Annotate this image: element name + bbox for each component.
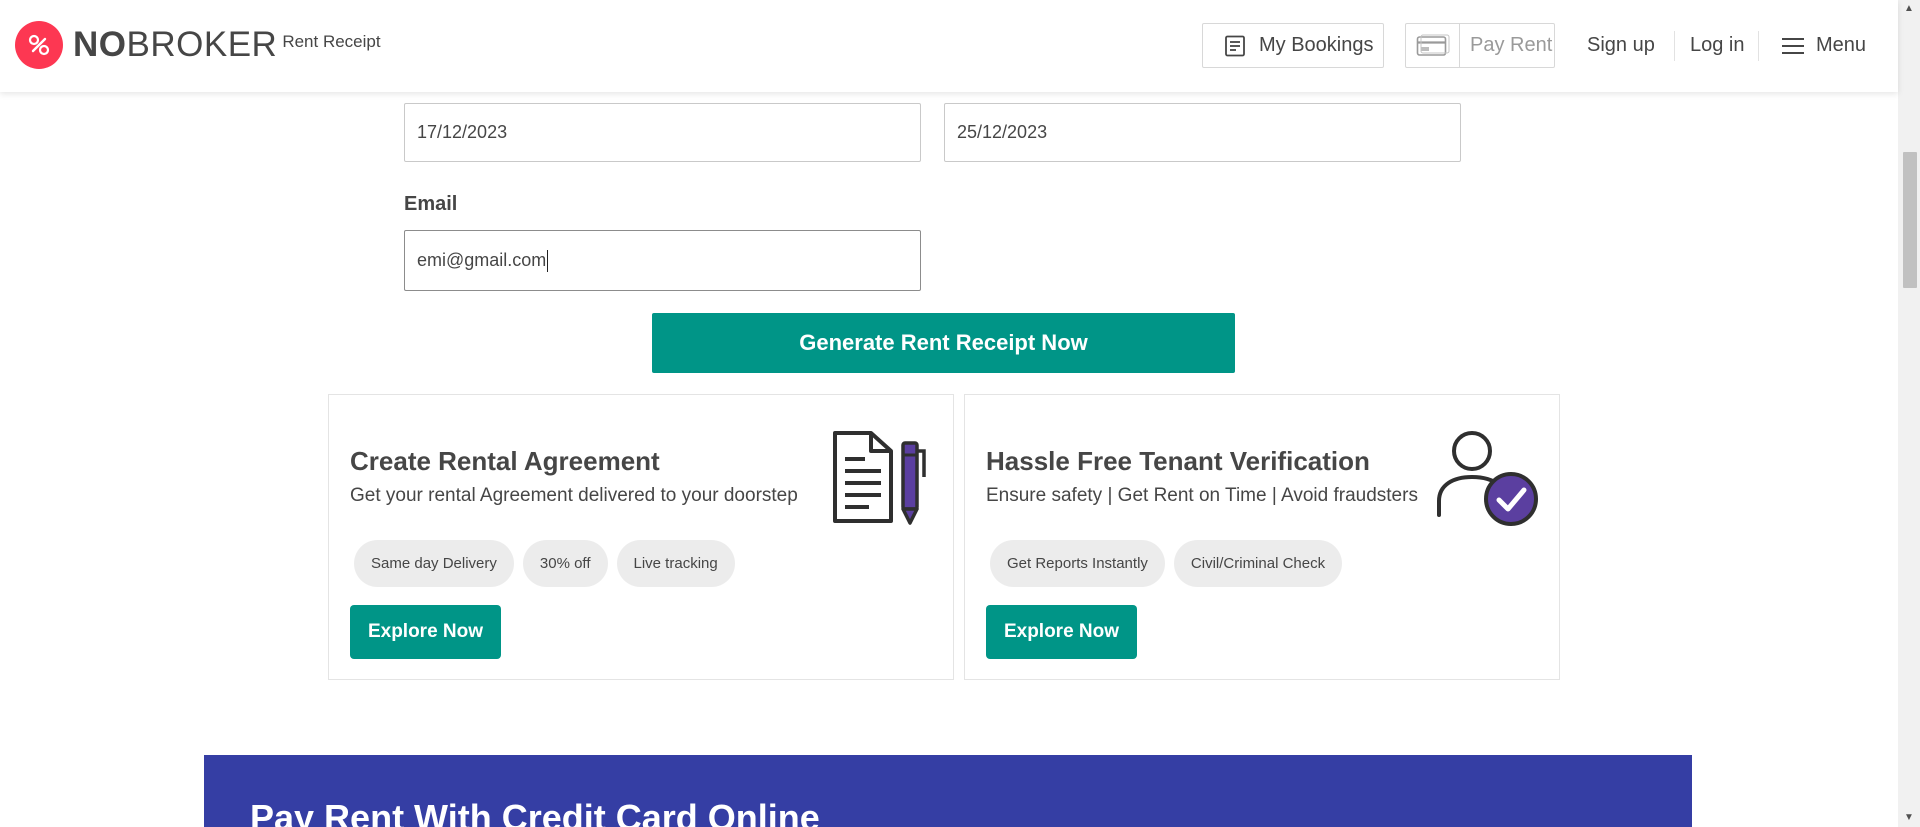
pay-rent-credit-card-banner: Pay Rent With Credit Card Online (204, 755, 1692, 827)
page: NOBROKER Rent Receipt My Bookings Pay Re… (0, 0, 1920, 827)
sign-up-link[interactable]: Sign up (1587, 23, 1655, 68)
rent-end-date-input[interactable]: 25/12/2023 (944, 103, 1461, 162)
feature-chip: Same day Delivery (354, 540, 514, 587)
pay-rent-button[interactable]: Pay Rent (1405, 23, 1555, 68)
card-title: Create Rental Agreement (350, 446, 660, 476)
nobroker-logo[interactable]: NOBROKER Rent Receipt (15, 21, 381, 69)
vertical-scrollbar[interactable]: ▲ ▼ (1898, 0, 1920, 827)
brand-subtitle: Rent Receipt (282, 32, 381, 51)
text-caret (547, 250, 549, 273)
feature-chips: Get Reports Instantly Civil/Criminal Che… (990, 540, 1343, 587)
nav-divider (1758, 31, 1759, 61)
generate-rent-receipt-button[interactable]: Generate Rent Receipt Now (652, 313, 1235, 373)
menu-button[interactable]: Menu (1782, 23, 1866, 68)
bookings-list-icon (1225, 35, 1245, 56)
email-label: Email (404, 193, 458, 215)
scrollbar-thumb[interactable] (1903, 152, 1917, 288)
card-subtitle: Get your rental Agreement delivered to y… (350, 485, 798, 506)
pay-rent-label: Pay Rent (1470, 34, 1553, 56)
brand-name: NOBROKER (73, 25, 278, 64)
rent-start-date-input[interactable]: 17/12/2023 (404, 103, 921, 162)
rental-agreement-card: Create Rental Agreement Get your rental … (328, 394, 954, 680)
explore-rental-agreement-button[interactable]: Explore Now (350, 605, 501, 659)
tenant-verification-card: Hassle Free Tenant Verification Ensure s… (964, 394, 1560, 680)
credit-card-icon (1406, 24, 1460, 67)
scroll-down-arrow-icon[interactable]: ▼ (1898, 809, 1920, 827)
hamburger-icon (1782, 37, 1804, 54)
scroll-up-arrow-icon[interactable]: ▲ (1898, 0, 1920, 18)
feature-chip: 30% off (522, 540, 608, 587)
feature-chips: Same day Delivery 30% off Live tracking (354, 540, 735, 587)
my-bookings-button[interactable]: My Bookings (1202, 23, 1384, 68)
banner-title: Pay Rent With Credit Card Online (250, 797, 820, 827)
feature-chip: Live tracking (616, 540, 735, 587)
email-value: emi@gmail.com (417, 250, 547, 270)
nav-divider (1674, 31, 1675, 61)
log-in-link[interactable]: Log in (1690, 23, 1745, 68)
document-pen-icon (833, 431, 926, 525)
card-subtitle: Ensure safety | Get Rent on Time | Avoid… (986, 485, 1418, 506)
logo-mark-icon (15, 21, 63, 69)
user-verified-icon (1437, 431, 1538, 526)
card-title: Hassle Free Tenant Verification (986, 446, 1370, 476)
menu-label: Menu (1816, 34, 1867, 56)
top-navbar: NOBROKER Rent Receipt My Bookings Pay Re… (0, 0, 1898, 92)
feature-chip: Get Reports Instantly (990, 540, 1165, 587)
explore-tenant-verification-button[interactable]: Explore Now (986, 605, 1137, 659)
feature-chip: Civil/Criminal Check (1173, 540, 1343, 587)
my-bookings-label: My Bookings (1259, 34, 1374, 56)
email-input[interactable]: emi@gmail.com (404, 230, 921, 291)
